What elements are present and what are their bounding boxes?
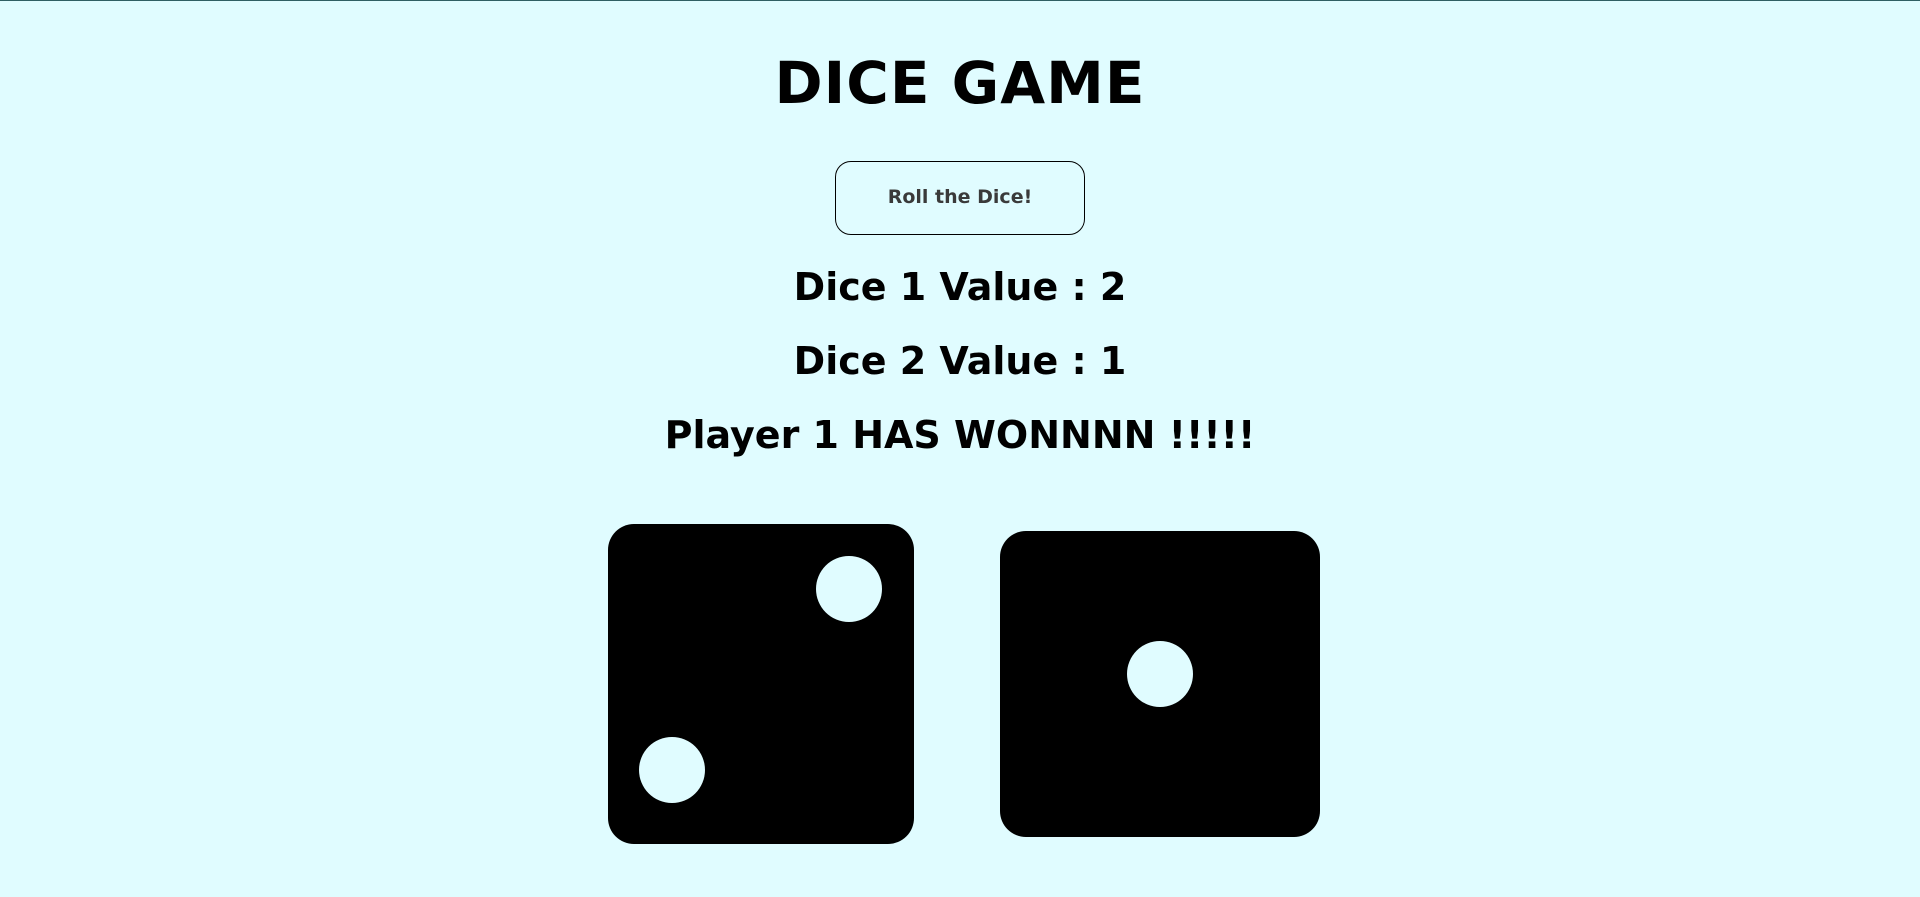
dice-two-icon (608, 524, 914, 844)
roll-dice-button[interactable]: Roll the Dice! (835, 161, 1085, 235)
die-pip (816, 556, 882, 622)
winner-message: Player 1 HAS WONNNN !!!!! (664, 413, 1256, 457)
die-pip (1127, 641, 1193, 707)
die-pip (639, 737, 705, 803)
dice-one-icon (1000, 531, 1320, 837)
dice-1-value-text: Dice 1 Value : 2 (793, 265, 1127, 309)
game-title: DICE GAME (774, 49, 1146, 117)
dice-2-value-text: Dice 2 Value : 1 (793, 339, 1127, 383)
